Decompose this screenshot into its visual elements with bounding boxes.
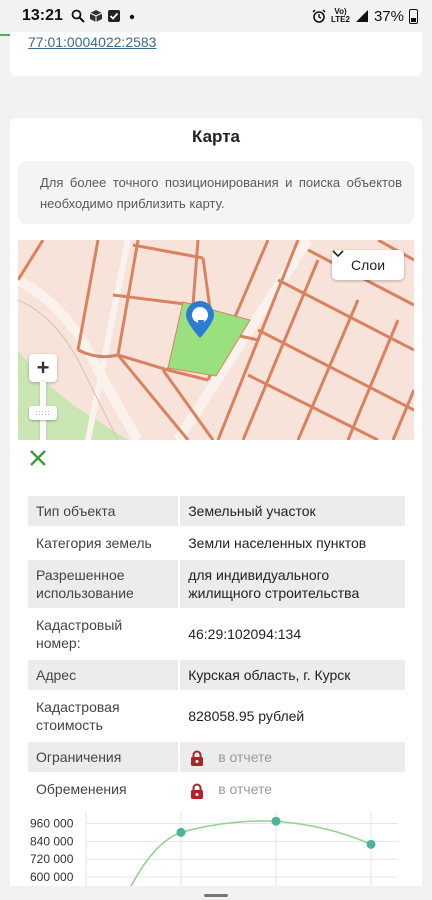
close-icon[interactable] bbox=[28, 448, 50, 470]
detail-value: для индивидуального жилищного строительс… bbox=[180, 560, 405, 608]
price-chart: 960 000 840 000 720 000 600 000 bbox=[28, 812, 405, 893]
dot-icon bbox=[129, 14, 135, 20]
status-bar: 13:21 Vo) LTE2 37% bbox=[0, 0, 432, 32]
chart-y-tick-label: 960 000 bbox=[30, 816, 74, 830]
detail-key: Ограничения bbox=[28, 742, 179, 773]
details-row: Кадастровая стоимость 828058.95 рублей bbox=[28, 692, 405, 740]
details-row: Обременения в отчете bbox=[28, 774, 405, 804]
detail-key: Кадастровый номер: bbox=[36, 617, 123, 651]
detail-value: Курская область, г. Курск bbox=[180, 660, 405, 690]
details-row: Кадастровый номер: 46:29:102094:134 bbox=[28, 610, 405, 658]
locked-value-text: в отчете bbox=[218, 781, 273, 798]
lock-icon bbox=[191, 750, 204, 767]
detail-value: 828058.95 рублей bbox=[188, 708, 305, 724]
chart-y-tick-label: 840 000 bbox=[30, 834, 74, 848]
cadastral-link[interactable]: 77:01:0004022:2583 bbox=[28, 34, 156, 50]
chart-data-point bbox=[366, 839, 376, 849]
lock-icon bbox=[191, 783, 204, 799]
details-row: Ограничения в отчете bbox=[28, 742, 405, 773]
details-row: Тип объекта Земельный участок bbox=[28, 496, 405, 526]
detail-key: Кадастровая стоимость bbox=[36, 699, 120, 733]
status-icons bbox=[71, 9, 139, 23]
map-view[interactable]: Слои + ::::: bbox=[18, 240, 414, 440]
price-chart-svg: 960 000 840 000 720 000 600 000 bbox=[30, 812, 398, 893]
search-icon bbox=[71, 9, 85, 23]
details-row: Разрешенное использование для индивидуал… bbox=[28, 560, 405, 608]
chart-data-point bbox=[176, 827, 186, 837]
detail-value: Земельный участок bbox=[180, 496, 405, 526]
detail-key: Разрешенное использование bbox=[28, 560, 179, 608]
signal-icon bbox=[355, 10, 368, 22]
map-notice: Для более точного позиционирования и пои… bbox=[18, 161, 414, 224]
detail-value: 46:29:102094:134 bbox=[188, 626, 302, 642]
layers-label: Слои bbox=[350, 257, 386, 273]
battery-percent: 37% bbox=[373, 7, 404, 25]
detail-key: Адрес bbox=[28, 660, 179, 690]
checkbox-icon bbox=[107, 10, 120, 22]
detail-key: Категория земель bbox=[36, 535, 152, 551]
chart-y-tick-label: 720 000 bbox=[30, 852, 74, 866]
detail-value: Земли населенных пунктов bbox=[188, 535, 367, 551]
chart-y-tick-label: 600 000 bbox=[30, 870, 74, 884]
accent-line bbox=[0, 34, 10, 36]
detail-value-locked[interactable]: в отчете bbox=[180, 774, 405, 804]
status-time: 13:21 bbox=[22, 7, 63, 24]
zoom-in-button[interactable]: + bbox=[29, 354, 57, 382]
system-nav-bar bbox=[0, 886, 432, 900]
alarm-icon bbox=[312, 9, 326, 23]
details-table: Тип объекта Земельный участок Категория … bbox=[28, 496, 405, 807]
locked-value-text: в отчете bbox=[218, 749, 273, 765]
box-icon bbox=[89, 10, 103, 22]
detail-key: Обременения bbox=[36, 781, 127, 798]
chevron-down-icon bbox=[332, 250, 344, 258]
detail-value-locked[interactable]: в отчете bbox=[180, 742, 405, 773]
network-indicator: Vo) LTE2 bbox=[331, 7, 350, 24]
status-right: Vo) LTE2 37% bbox=[312, 8, 418, 25]
layers-button[interactable]: Слои bbox=[332, 250, 404, 280]
battery-icon bbox=[409, 8, 418, 24]
chart-series-line bbox=[127, 820, 372, 893]
details-row: Категория земель Земли населенных пункто… bbox=[28, 528, 405, 558]
map-card-title: Карта bbox=[192, 127, 240, 146]
details-row: Адрес Курская область, г. Курск bbox=[28, 660, 405, 690]
detail-key: Тип объекта bbox=[28, 496, 179, 526]
home-indicator[interactable] bbox=[204, 894, 228, 897]
zoom-slider-handle[interactable]: ::::: bbox=[29, 406, 57, 420]
chart-data-point bbox=[271, 816, 281, 826]
